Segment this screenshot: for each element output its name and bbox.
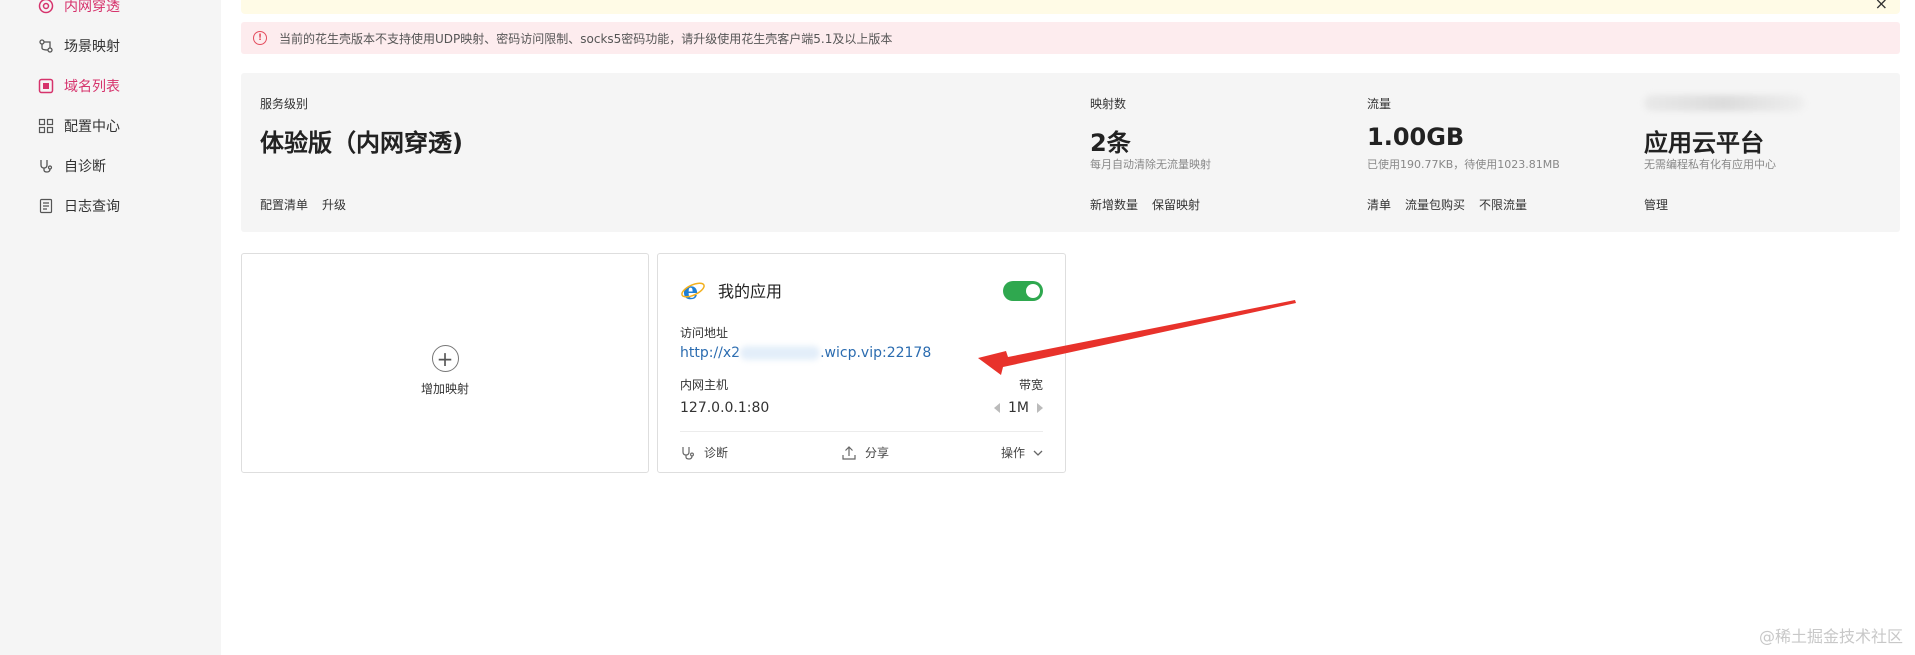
sidebar-item-label: 内网穿透 <box>64 0 120 15</box>
svg-text:e: e <box>683 277 698 303</box>
service-level-value: 体验版（内网穿透) <box>260 129 463 157</box>
mappings-links: 新增数量 保留映射 <box>1090 196 1200 213</box>
traffic-buy-link[interactable]: 流量包购买 <box>1405 196 1465 213</box>
url-suffix: .wicp.vip:22178 <box>820 345 932 361</box>
divider <box>680 431 1043 432</box>
share-label: 分享 <box>865 446 890 460</box>
diagnose-label: 诊断 <box>704 446 729 460</box>
cloud-links: 管理 <box>1644 196 1668 213</box>
unlimited-link[interactable]: 不限流量 <box>1479 196 1527 213</box>
traffic-value: 1.00GB <box>1367 123 1465 151</box>
add-mapping-label: 增加映射 <box>420 382 469 396</box>
app-title: 我的应用 <box>718 282 783 301</box>
host-label: 内网主机 <box>680 378 729 392</box>
sidebar: 内网穿透 场景映射 域名列表 配置中心 自诊断 日志查询 <box>0 0 221 655</box>
chevron-down-icon <box>1033 450 1043 456</box>
traffic-label: 流量 <box>1367 97 1392 111</box>
alert-icon: ! <box>253 31 267 45</box>
operations-dropdown[interactable]: 操作 <box>1001 444 1043 461</box>
sidebar-item-domains[interactable]: 域名列表 <box>38 71 120 101</box>
share-icon <box>842 445 856 460</box>
manage-link[interactable]: 管理 <box>1644 196 1668 213</box>
share-button[interactable]: 分享 <box>841 444 889 461</box>
sidebar-item-label: 域名列表 <box>64 79 120 95</box>
traffic-sub: 已使用190.77KB，待使用1023.81MB <box>1367 158 1560 171</box>
bandwidth-stepper: 1M <box>994 400 1043 416</box>
document-icon <box>39 198 53 214</box>
mappings-label: 映射数 <box>1090 97 1127 111</box>
branch-icon <box>39 39 53 53</box>
service-summary: 服务级别 体验版（内网穿透) 配置清单 升级 映射数 2条 每月自动清除无流量映… <box>241 73 1900 232</box>
operations-label: 操作 <box>1000 446 1025 460</box>
target-icon <box>38 0 54 14</box>
bandwidth-value: 1M <box>1008 400 1029 416</box>
plus-icon: + <box>431 345 459 372</box>
sidebar-item-logs[interactable]: 日志查询 <box>38 191 120 221</box>
annotation-arrow <box>978 300 1296 375</box>
access-url-link[interactable]: http://x2 .wicp.vip:22178 <box>680 345 931 361</box>
sidebar-item-label: 场景映射 <box>64 39 120 55</box>
sidebar-item-config[interactable]: 配置中心 <box>38 111 120 141</box>
keep-mapping-link[interactable]: 保留映射 <box>1152 196 1200 213</box>
service-level-label: 服务级别 <box>260 97 309 111</box>
alert-text: 当前的花生壳版本不支持使用UDP映射、密码访问限制、socks5密码功能，请升级… <box>279 31 893 46</box>
decrease-icon[interactable] <box>994 403 1000 413</box>
sidebar-item-intranet[interactable]: 内网穿透 <box>38 0 120 21</box>
service-links: 配置清单 升级 <box>260 196 346 213</box>
sidebar-item-label: 配置中心 <box>64 119 120 135</box>
watermark: @稀土掘金技术社区 <box>1758 627 1903 646</box>
browser-icon: e <box>681 277 705 303</box>
url-redacted <box>740 346 821 360</box>
traffic-links: 清单 流量包购买 不限流量 <box>1367 196 1527 213</box>
config-list-link[interactable]: 配置清单 <box>260 196 308 213</box>
grid-icon <box>38 118 54 134</box>
sidebar-item-label: 日志查询 <box>64 199 120 215</box>
add-quota-link[interactable]: 新增数量 <box>1090 196 1138 213</box>
cloud-value: 应用云平台 <box>1644 129 1764 157</box>
cloud-sub: 无需编程私有化有应用中心 <box>1644 158 1776 171</box>
sidebar-item-diagnose[interactable]: 自诊断 <box>38 151 106 181</box>
stethoscope-icon <box>682 446 694 460</box>
domain-icon <box>38 78 54 94</box>
traffic-list-link[interactable]: 清单 <box>1367 196 1391 213</box>
add-mapping-card[interactable]: + 增加映射 <box>241 253 649 473</box>
close-icon[interactable]: × <box>1875 0 1888 13</box>
mappings-sub: 每月自动清除无流量映射 <box>1090 158 1211 171</box>
stethoscope-icon <box>40 160 53 173</box>
upgrade-alert: ! 当前的花生壳版本不支持使用UDP映射、密码访问限制、socks5密码功能，请… <box>241 22 1900 54</box>
blurred-label <box>1644 95 1804 111</box>
url-prefix: http://x2 <box>680 345 741 361</box>
increase-icon[interactable] <box>1037 403 1043 413</box>
sidebar-item-scene[interactable]: 场景映射 <box>38 31 120 61</box>
top-notice: × <box>241 0 1900 14</box>
app-header: e 我的应用 <box>680 277 782 303</box>
mappings-value: 2条 <box>1090 129 1131 157</box>
url-label: 访问地址 <box>680 326 729 340</box>
bandwidth-label: 带宽 <box>1018 378 1043 392</box>
host-value: 127.0.0.1:80 <box>680 400 770 416</box>
sidebar-item-label: 自诊断 <box>64 159 106 175</box>
upgrade-link[interactable]: 升级 <box>322 196 346 213</box>
diagnose-button[interactable]: 诊断 <box>680 444 728 461</box>
